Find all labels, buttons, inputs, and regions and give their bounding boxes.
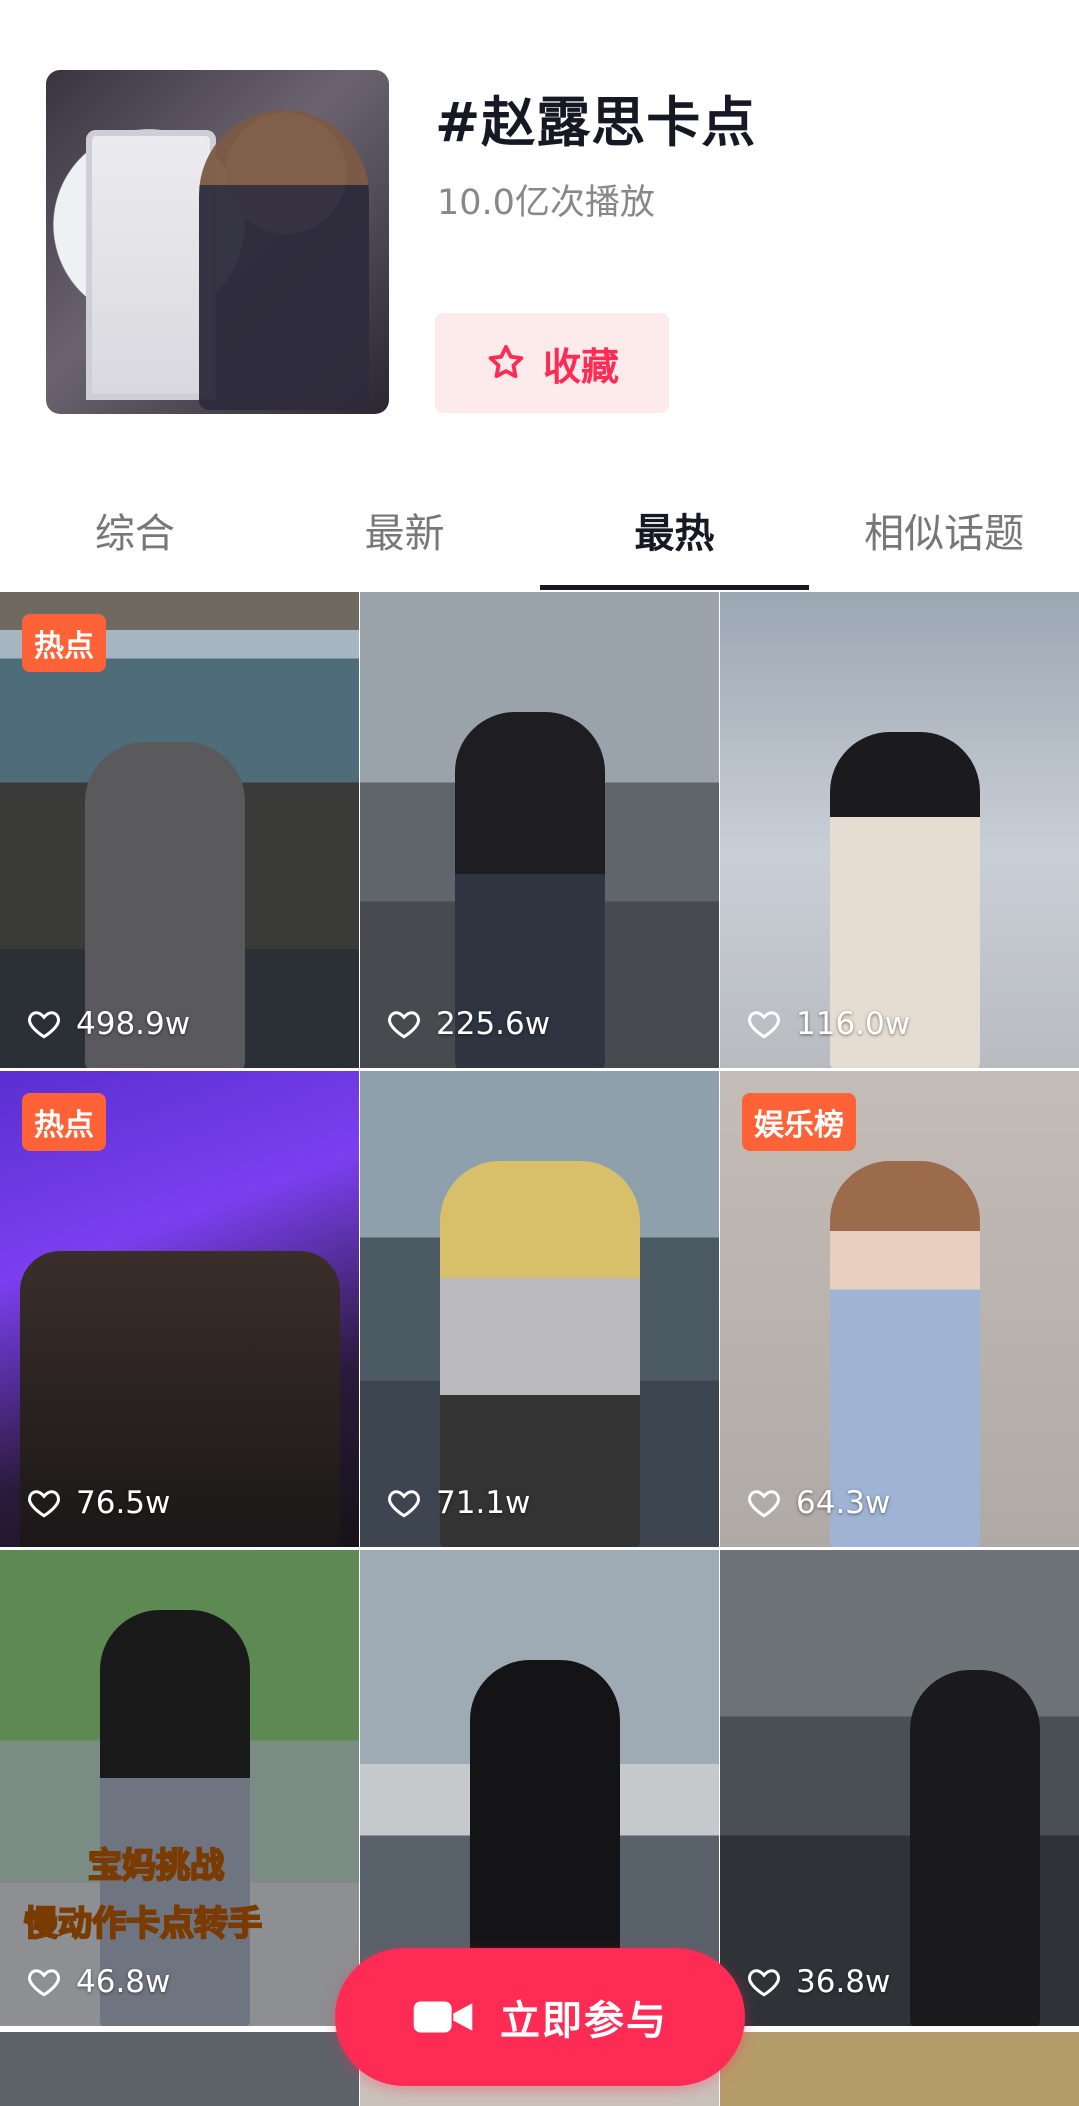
person-shape (199, 110, 369, 410)
video-grid: 热点 498.9w 225.6w 116.0w 热点 76.5w 71.1w 娱… (0, 592, 1079, 2026)
video-thumbnail-figure (910, 1670, 1040, 2026)
hot-badge: 热点 (22, 614, 106, 672)
like-count-text: 36.8w (796, 1964, 891, 2000)
star-icon (488, 344, 524, 379)
video-card-partial[interactable] (720, 2032, 1079, 2106)
like-count: 76.5w (26, 1485, 170, 1521)
video-camera-icon (413, 2001, 473, 2033)
heart-icon (388, 1490, 420, 1518)
like-count-text: 71.1w (436, 1485, 531, 1521)
video-card[interactable]: 热点 498.9w (0, 592, 359, 1068)
like-count: 64.3w (746, 1485, 890, 1521)
favorite-label: 收藏 (542, 344, 619, 389)
tab-hottest[interactable]: 最热 (539, 470, 810, 590)
play-count: 10.0亿次播放 (437, 183, 655, 223)
like-count: 225.6w (386, 1006, 550, 1042)
like-count-text: 116.0w (796, 1006, 911, 1042)
like-count-text: 46.8w (76, 1964, 171, 2000)
tab-comprehensive[interactable]: 综合 (0, 470, 270, 590)
hot-badge: 热点 (22, 1093, 106, 1151)
topic-tabs: 综合 最新 最热 相似话题 (0, 470, 1079, 590)
topic-title: #赵露思卡点 (435, 91, 757, 154)
video-card[interactable]: 116.0w (720, 592, 1079, 1068)
video-caption-line2: 慢动作卡点转手 (23, 1903, 263, 1945)
like-count: 36.8w (746, 1964, 890, 2000)
video-card[interactable]: 71.1w (360, 1071, 719, 1547)
tab-latest[interactable]: 最新 (270, 470, 540, 590)
participate-button[interactable]: 立即参与 (335, 1948, 745, 2086)
topic-header: #赵露思卡点 10.0亿次播放 收藏 (0, 0, 1079, 470)
video-card[interactable]: 36.8w (720, 1550, 1079, 2026)
heart-icon (388, 1011, 420, 1039)
like-count-text: 225.6w (436, 1006, 551, 1042)
tab-similar-topics[interactable]: 相似话题 (809, 470, 1079, 590)
like-count: 116.0w (746, 1006, 910, 1042)
like-count: 71.1w (386, 1485, 530, 1521)
video-card[interactable]: 宝妈挑战 慢动作卡点转手 46.8w (0, 1550, 359, 2026)
video-card-partial[interactable] (0, 2032, 359, 2106)
heart-icon (28, 1011, 60, 1039)
like-count: 46.8w (26, 1964, 170, 2000)
participate-label: 立即参与 (500, 1998, 668, 2044)
heart-icon (748, 1011, 780, 1039)
video-card[interactable]: 娱乐榜 64.3w (720, 1071, 1079, 1547)
heart-icon (748, 1969, 780, 1997)
topic-cover-image[interactable] (46, 70, 389, 414)
like-count: 498.9w (26, 1006, 190, 1042)
like-count-text: 64.3w (796, 1485, 891, 1521)
cake-shape (86, 130, 216, 400)
like-count-text: 76.5w (76, 1485, 171, 1521)
heart-icon (28, 1969, 60, 1997)
video-card[interactable]: 热点 76.5w (0, 1071, 359, 1547)
heart-icon (748, 1490, 780, 1518)
like-count-text: 498.9w (76, 1006, 191, 1042)
video-caption-line1: 宝妈挑战 (87, 1845, 225, 1887)
favorite-button[interactable]: 收藏 (435, 313, 669, 413)
entertainment-badge: 娱乐榜 (742, 1093, 856, 1151)
video-card[interactable]: 225.6w (360, 592, 719, 1068)
heart-icon (28, 1490, 60, 1518)
